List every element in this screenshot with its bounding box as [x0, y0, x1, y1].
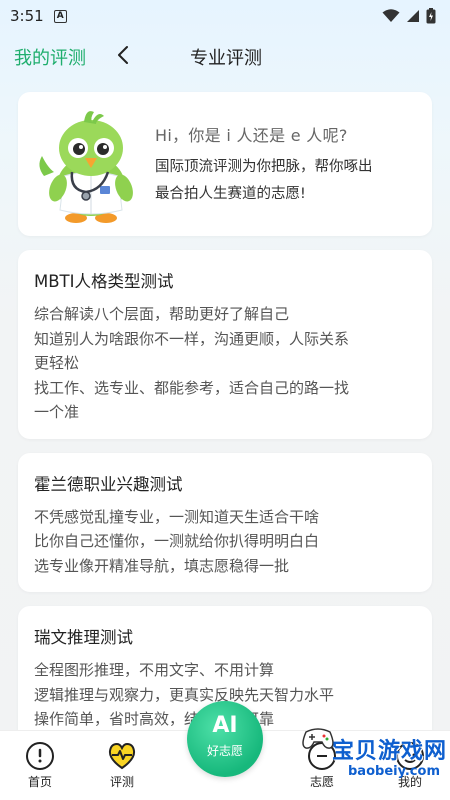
test-desc-line: 找工作、选专业、都能参考，适合自己的路一找	[34, 378, 350, 397]
tab-label: 首页	[27, 775, 52, 789]
wifi-icon	[382, 9, 400, 22]
test-desc-line: 比你自己还懂你，一测就给你扒得明明白白	[34, 532, 320, 550]
watermark-title: 宝贝游戏网	[332, 739, 448, 764]
site-watermark: 宝贝游戏网 baobeiy.com	[300, 728, 450, 790]
intro-description: 国际顶流评测为你把脉，帮你啄出 最合拍人生赛道的志愿!	[155, 154, 418, 208]
intro-desc-line: 最合拍人生赛道的志愿!	[155, 186, 306, 202]
test-desc-line: 选专业像开精准导航，填志愿稳得一批	[34, 556, 290, 575]
test-desc-line: 更轻松	[34, 354, 80, 372]
test-desc-line: 一个准	[34, 403, 80, 421]
notification-icon: A	[53, 9, 67, 23]
test-desc-line: 综合解读八个层面，帮助更好了解自己	[34, 305, 290, 323]
ai-button-sublabel: 好志愿	[206, 744, 243, 758]
test-title: 霍兰德职业兴趣测试	[34, 474, 183, 494]
test-title: 瑞文推理测试	[34, 628, 133, 647]
home-icon	[26, 742, 54, 770]
watermark-url: baobeiy.com	[348, 764, 440, 779]
signal-icon	[407, 10, 419, 22]
heart-pulse-icon	[108, 742, 136, 770]
ai-button-label: AI	[212, 713, 238, 738]
test-title: MBTI人格类型测试	[34, 272, 174, 291]
status-bar: 3:51 A	[0, 0, 450, 32]
test-desc-line: 全程图形推理，不用文字、不用计算	[34, 661, 275, 679]
test-card-holland[interactable]: 霍兰德职业兴趣测试 不凭感觉乱撞专业，一测知道天生适合干啥 比你自己还懂你，一测…	[18, 452, 432, 592]
ai-volunteer-button[interactable]: AI 好志愿	[187, 701, 263, 777]
tab-label: 评测	[109, 775, 134, 789]
page-title: 专业评测	[190, 48, 262, 69]
test-desc-line: 知道别人为啥跟你不一样，沟通更顺，人际关系	[34, 329, 350, 348]
tab-home[interactable]: 首页	[10, 741, 70, 790]
nav-bar: 我的评测 专业评测	[0, 32, 450, 78]
tab-assess[interactable]: 评测	[92, 741, 152, 790]
test-list: Hi，你是 i 人还是 e 人呢? 国际顶流评测为你把脉，帮你啄出 最合拍人生赛…	[18, 92, 432, 760]
bird-doctor-mascot	[39, 111, 133, 223]
intro-greeting: Hi，你是 i 人还是 e 人呢?	[155, 126, 348, 145]
intro-card: Hi，你是 i 人还是 e 人呢? 国际顶流评测为你把脉，帮你啄出 最合拍人生赛…	[18, 92, 432, 236]
test-card-mbti[interactable]: MBTI人格类型测试 综合解读八个层面，帮助更好了解自己 知道别人为啥跟你不一样…	[18, 250, 432, 439]
status-time: 3:51	[10, 7, 44, 25]
battery-icon	[426, 8, 436, 24]
intro-desc-line: 国际顶流评测为你把脉，帮你啄出	[155, 159, 373, 175]
gamepad-icon	[302, 728, 334, 749]
test-desc-line: 不凭感觉乱撞专业，一测知道天生适合干啥	[34, 507, 320, 526]
